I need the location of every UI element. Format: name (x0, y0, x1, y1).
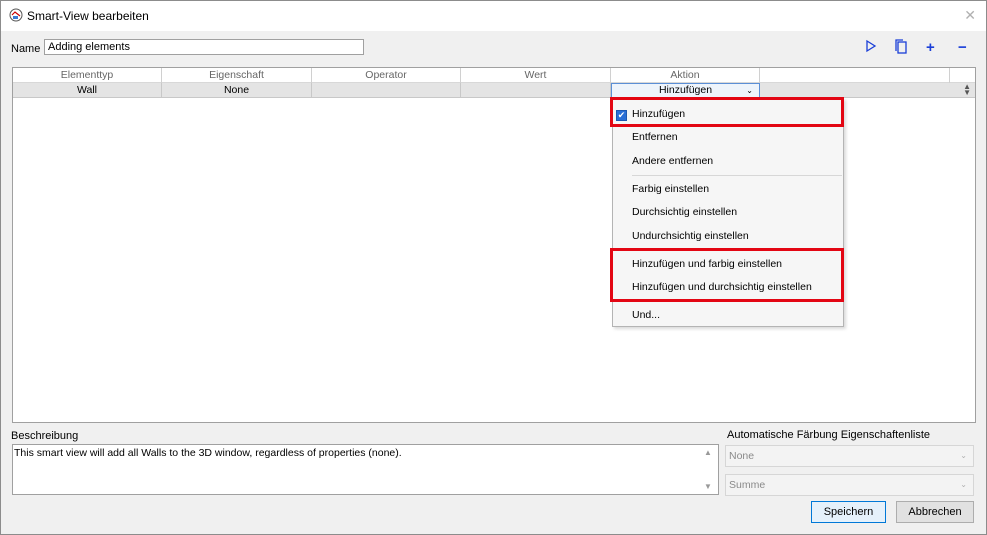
menu-item-durchsichtig-einstellen[interactable]: Durchsichtig einstellen (632, 206, 737, 218)
aggregate-select[interactable]: Summe ⌄ (725, 474, 974, 496)
smart-view-icon (9, 8, 23, 22)
table-row[interactable]: Wall None Hinzufügen ⌄ ▲ ▼ (13, 83, 975, 98)
name-input[interactable]: Adding elements (44, 39, 364, 55)
aggregate-value: Summe (729, 479, 766, 491)
menu-divider (632, 175, 842, 176)
chevron-down-icon: ⌄ (746, 86, 753, 95)
scroll-down-icon[interactable]: ▼ (704, 482, 712, 491)
chevron-down-icon: ⌄ (960, 451, 967, 460)
dialog-window: Smart-View bearbeiten ✕ Name Adding elem… (0, 0, 987, 535)
name-label: Name (11, 43, 41, 55)
action-select-value: Hinzufügen (658, 84, 713, 96)
property-list-value: None (729, 450, 755, 462)
column-header-eigenschaft[interactable]: Eigenschaft (162, 68, 312, 83)
cell-operator[interactable] (312, 83, 461, 98)
plus-icon[interactable]: + (926, 39, 935, 57)
scroll-up-icon[interactable]: ▲ (704, 448, 712, 457)
cell-elementtyp[interactable]: Wall (13, 83, 162, 98)
description-label: Beschreibung (11, 430, 79, 442)
close-icon[interactable]: ✕ (964, 7, 976, 24)
highlight-box (610, 248, 844, 302)
row-sort-icon[interactable]: ▲ ▼ (963, 83, 971, 97)
menu-item-und[interactable]: Und... (632, 309, 660, 321)
save-button[interactable]: Speichern (811, 501, 886, 523)
action-select[interactable]: Hinzufügen ⌄ (611, 83, 760, 98)
column-header-spacer (760, 68, 950, 83)
description-textarea[interactable]: This smart view will add all Walls to th… (12, 444, 719, 495)
table-header: Elementtyp Eigenschaft Operator Wert Akt… (13, 68, 975, 83)
auto-coloring-label: Automatische Färbung Eigenschaftenliste (727, 429, 931, 441)
window-title: Smart-View bearbeiten (27, 9, 149, 23)
cell-eigenschaft[interactable]: None (162, 83, 312, 98)
menu-item-andere-entfernen[interactable]: Andere entfernen (632, 155, 713, 167)
property-list-select[interactable]: None ⌄ (725, 445, 974, 467)
play-icon[interactable] (865, 39, 877, 58)
cancel-button[interactable]: Abbrechen (896, 501, 974, 523)
column-header-wert[interactable]: Wert (461, 68, 611, 83)
cell-wert[interactable] (461, 83, 611, 98)
column-header-aktion[interactable]: Aktion (611, 68, 760, 83)
title-bar: Smart-View bearbeiten ✕ (1, 1, 986, 31)
chevron-down-icon: ⌄ (960, 480, 967, 489)
menu-item-farbig-einstellen[interactable]: Farbig einstellen (632, 183, 709, 195)
column-header-operator[interactable]: Operator (312, 68, 461, 83)
copy-icon[interactable] (894, 39, 908, 60)
menu-item-entfernen[interactable]: Entfernen (632, 131, 678, 143)
column-header-elementtyp[interactable]: Elementtyp (13, 68, 162, 83)
minus-icon[interactable]: − (958, 39, 967, 57)
menu-item-undurchsichtig-einstellen[interactable]: Undurchsichtig einstellen (632, 230, 749, 242)
highlight-box (610, 97, 844, 127)
